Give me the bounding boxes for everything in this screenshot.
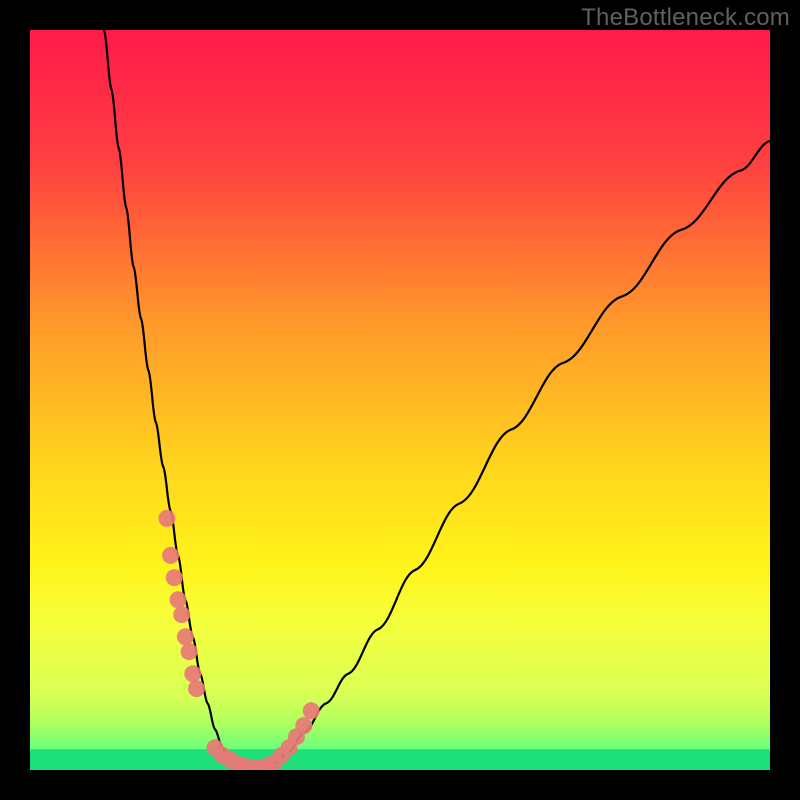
data-point (188, 680, 205, 697)
data-point (295, 717, 312, 734)
chart-plot-area (30, 30, 770, 770)
data-point (173, 606, 190, 623)
data-point (162, 547, 179, 564)
data-point (177, 628, 194, 645)
data-point (303, 702, 320, 719)
data-point (181, 643, 198, 660)
data-point (184, 665, 201, 682)
data-point (170, 591, 187, 608)
data-point (158, 510, 175, 527)
gradient-background (30, 30, 770, 770)
watermark-text: TheBottleneck.com (581, 4, 790, 32)
chart-frame: TheBottleneck.com (0, 0, 800, 800)
green-band (30, 749, 770, 770)
data-point (166, 569, 183, 586)
chart-svg (30, 30, 770, 770)
